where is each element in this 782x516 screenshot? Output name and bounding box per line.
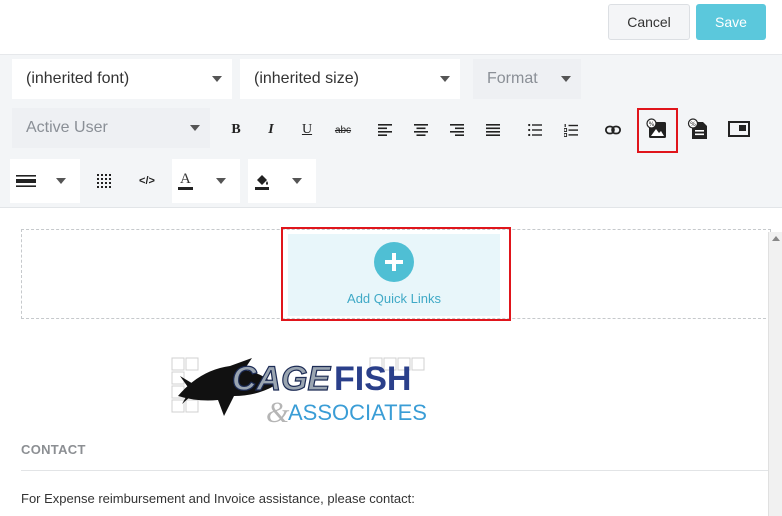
chevron-down-icon: [56, 178, 66, 184]
italic-button[interactable]: I: [258, 117, 284, 143]
svg-text:%: %: [690, 121, 696, 128]
align-right-icon: [450, 124, 464, 136]
align-left-icon: [378, 124, 392, 136]
save-button[interactable]: Save: [696, 4, 766, 40]
embed-widget-button[interactable]: [726, 117, 752, 141]
format-select[interactable]: Format: [473, 59, 581, 99]
insert-document-button[interactable]: %: [684, 115, 712, 143]
font-size-value: (inherited size): [254, 70, 359, 87]
svg-text:&: &: [266, 396, 290, 428]
horizontal-rule-icon: [16, 175, 36, 187]
cancel-button[interactable]: Cancel: [608, 4, 690, 40]
image-button-highlight: [637, 108, 678, 153]
divider: [21, 470, 768, 471]
svg-text:ASSOCIATES: ASSOCIATES: [288, 400, 427, 425]
source-code-button[interactable]: </>: [134, 168, 160, 194]
numbered-list-button[interactable]: [558, 117, 584, 143]
top-bar: Cancel Save: [0, 0, 782, 54]
justify-button[interactable]: [480, 117, 506, 143]
align-center-icon: [414, 124, 428, 136]
font-size-select[interactable]: (inherited size): [240, 59, 460, 99]
link-icon: [605, 125, 621, 135]
align-left-button[interactable]: [372, 117, 398, 143]
source-code-icon: </>: [139, 175, 155, 187]
body-text: For Expense reimbursement and Invoice as…: [21, 491, 415, 506]
numbered-list-icon: [564, 123, 578, 137]
editor-content[interactable]: Add Quick Links CAGE FISH & ASSOCIATES C…: [0, 208, 782, 516]
strikethrough-button[interactable]: abc: [330, 117, 356, 143]
background-color-icon: [255, 175, 269, 190]
quick-links-highlight: [281, 227, 511, 321]
font-family-select[interactable]: (inherited font): [12, 59, 232, 99]
editor-toolbar: (inherited font) (inherited size) Format…: [0, 54, 782, 208]
underline-button[interactable]: U: [294, 117, 320, 143]
svg-text:CAGE: CAGE: [232, 360, 332, 398]
insert-link-button[interactable]: [600, 117, 626, 143]
text-color-select[interactable]: A: [172, 159, 240, 203]
text-color-icon: A: [178, 172, 193, 190]
bulleted-list-icon: [528, 124, 542, 136]
chevron-down-icon: [561, 76, 571, 82]
scroll-up-arrow-icon: [772, 236, 780, 241]
format-value: Format: [487, 70, 538, 87]
bulleted-list-button[interactable]: [522, 117, 548, 143]
underline-icon: U: [301, 122, 313, 137]
svg-text:FISH: FISH: [334, 360, 411, 398]
chevron-down-icon: [292, 178, 302, 184]
italic-icon: I: [268, 122, 274, 137]
horizontal-rule-select[interactable]: [10, 159, 80, 203]
font-family-value: (inherited font): [26, 70, 130, 87]
table-grid-icon: [97, 174, 111, 188]
chevron-down-icon: [440, 76, 450, 82]
strikethrough-icon: abc: [334, 124, 352, 136]
insert-document-icon: %: [687, 118, 707, 139]
section-heading: CONTACT: [21, 442, 86, 457]
chevron-down-icon: [216, 178, 226, 184]
bold-button[interactable]: B: [223, 117, 249, 143]
active-user-value: Active User: [26, 119, 108, 136]
scrollbar[interactable]: [768, 232, 782, 516]
insert-table-button[interactable]: [91, 168, 117, 194]
chevron-down-icon: [190, 125, 200, 131]
chevron-down-icon: [212, 76, 222, 82]
embed-widget-icon: [728, 121, 750, 137]
background-color-select[interactable]: [248, 159, 316, 203]
active-user-select[interactable]: Active User: [12, 108, 210, 148]
justify-icon: [486, 124, 500, 136]
align-center-button[interactable]: [408, 117, 434, 143]
company-logo: CAGE FISH & ASSOCIATES: [171, 357, 427, 428]
align-right-button[interactable]: [444, 117, 470, 143]
bold-icon: B: [231, 122, 241, 137]
